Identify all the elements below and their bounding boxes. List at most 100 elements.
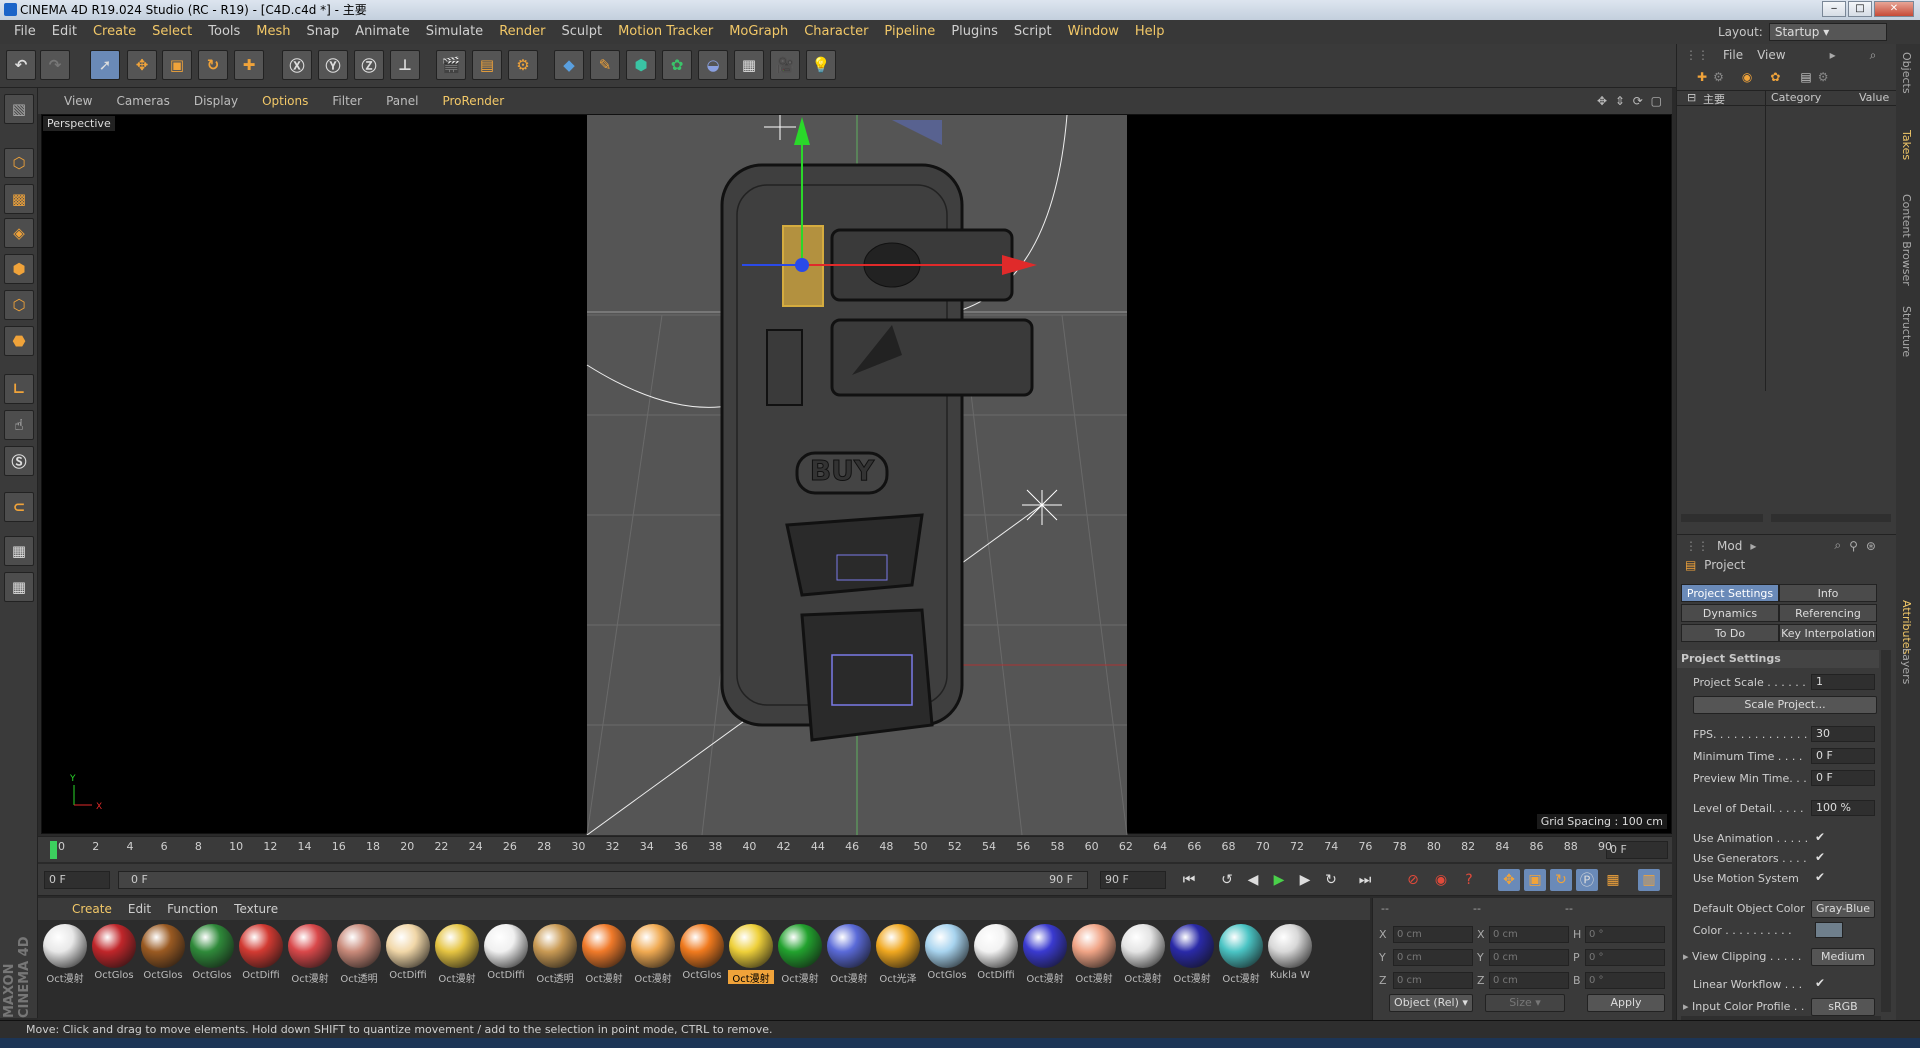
viewport-menu-filter[interactable]: Filter: [320, 94, 374, 108]
tab-info[interactable]: Info: [1779, 584, 1877, 602]
polygons-mode-icon[interactable]: ⬣: [4, 326, 34, 356]
close-button[interactable]: ✕: [1874, 1, 1914, 17]
material-swatch[interactable]: OctGlos: [140, 924, 186, 988]
menu-animate[interactable]: Animate: [347, 20, 417, 44]
render-settings-icon[interactable]: ⚙: [508, 50, 538, 80]
material-swatch[interactable]: Oct透明: [532, 924, 578, 988]
end-frame-field[interactable]: 90 F: [1100, 871, 1166, 889]
side-tab-structure[interactable]: Structure: [1900, 306, 1913, 357]
cloner-icon[interactable]: ✿: [662, 50, 692, 80]
material-swatch[interactable]: Oct漫射: [1120, 924, 1166, 988]
range-slider[interactable]: 0 F 90 F: [118, 871, 1088, 889]
go-to-start-icon[interactable]: ⏮: [1178, 869, 1200, 891]
material-swatch[interactable]: Oct漫射: [777, 924, 823, 988]
key-scale-icon[interactable]: ▣: [1524, 869, 1546, 891]
material-swatch[interactable]: Oct漫射: [581, 924, 627, 988]
live-selection-icon[interactable]: ➚: [90, 50, 120, 80]
position-x-field[interactable]: 0 cm: [1393, 926, 1473, 943]
side-tab-content-browser[interactable]: Content Browser: [1900, 194, 1913, 286]
make-editable-icon[interactable]: ▧: [4, 94, 34, 124]
attr-arrow-icon[interactable]: ▸: [1750, 539, 1756, 553]
material-swatch[interactable]: OctGlos: [91, 924, 137, 988]
material-swatch[interactable]: Oct漫射: [826, 924, 872, 988]
scale-tool-icon[interactable]: ▣: [162, 50, 192, 80]
view-clipping-expand-icon[interactable]: ▸: [1683, 950, 1692, 963]
y-axis-lock-icon[interactable]: Ⓨ: [318, 50, 348, 80]
color-swatch[interactable]: [1815, 922, 1843, 938]
side-tab-objects[interactable]: Objects: [1900, 52, 1913, 94]
previous-key-icon[interactable]: ↺: [1216, 869, 1238, 891]
move-tool-icon[interactable]: ✥: [127, 50, 157, 80]
rotation-h-field[interactable]: 0 °: [1585, 926, 1665, 943]
object-menu-file[interactable]: File: [1723, 48, 1743, 62]
coord-size-select[interactable]: Size ▾: [1485, 994, 1565, 1012]
deformer-icon[interactable]: ◒: [698, 50, 728, 80]
view-clipping-select[interactable]: Medium: [1811, 948, 1875, 966]
menu-create[interactable]: Create: [85, 20, 144, 44]
attr-lock-icon[interactable]: ⚲: [1849, 539, 1858, 553]
rotation-b-field[interactable]: 0 °: [1585, 972, 1665, 989]
next-key-icon[interactable]: ↻: [1320, 869, 1342, 891]
project-scale-field[interactable]: 1: [1811, 674, 1875, 690]
tab-dynamics[interactable]: Dynamics: [1681, 604, 1779, 622]
timeline-window-icon[interactable]: ▥: [1638, 869, 1660, 891]
material-swatch[interactable]: Oct漫射: [1071, 924, 1117, 988]
preview-min-time-field[interactable]: 0 F: [1811, 770, 1875, 786]
play-icon[interactable]: ▶: [1268, 869, 1290, 891]
viewport-menu-view[interactable]: View: [52, 94, 104, 108]
autokey-icon[interactable]: ◉: [1430, 869, 1452, 891]
apply-button[interactable]: Apply: [1587, 994, 1665, 1012]
menu-sculpt[interactable]: Sculpt: [553, 20, 610, 44]
menu-select[interactable]: Select: [144, 20, 200, 44]
maximize-button[interactable]: □: [1848, 1, 1872, 17]
object-filter-icon[interactable]: ⚙: [1818, 70, 1829, 84]
cube-primitive-icon[interactable]: ◆: [554, 50, 584, 80]
material-menu-function[interactable]: Function: [159, 902, 226, 916]
previous-frame-icon[interactable]: ◀: [1242, 869, 1264, 891]
object-render-icon[interactable]: ▤: [1800, 70, 1811, 84]
menu-edit[interactable]: Edit: [44, 20, 85, 44]
material-menu-edit[interactable]: Edit: [120, 902, 159, 916]
recent-tools-icon[interactable]: ✚: [234, 50, 264, 80]
viewport-perspective[interactable]: BUY Y X Perspective Grid Spacing : 100 c…: [41, 114, 1672, 835]
tab-to-do[interactable]: To Do: [1681, 624, 1779, 642]
menu-character[interactable]: Character: [796, 20, 876, 44]
attr-vscroll[interactable]: [1881, 650, 1891, 1012]
default-object-color-select[interactable]: Gray-Blue: [1811, 900, 1875, 918]
material-swatch[interactable]: Oct漫射: [42, 924, 88, 988]
record-keys-icon[interactable]: ⊘: [1402, 869, 1424, 891]
next-frame-icon[interactable]: ▶: [1294, 869, 1316, 891]
position-z-field[interactable]: 0 cm: [1393, 972, 1473, 989]
rotate-tool-icon[interactable]: ↻: [198, 50, 228, 80]
attr-search-icon[interactable]: ⌕: [1834, 538, 1841, 553]
object-tool-icon[interactable]: ⚙: [1713, 70, 1724, 84]
size-x-field[interactable]: 0 cm: [1489, 926, 1569, 943]
material-swatch[interactable]: Oct漫射: [1218, 924, 1264, 988]
edges-mode-icon[interactable]: ⬡: [4, 290, 34, 320]
object-hscroll-right[interactable]: [1771, 514, 1891, 522]
material-swatch[interactable]: Oct漫射: [630, 924, 676, 988]
subdivision-icon[interactable]: ⬢: [626, 50, 656, 80]
material-swatch[interactable]: Oct漫射: [287, 924, 333, 988]
points-mode-icon[interactable]: ⬢: [4, 254, 34, 284]
object-col-category[interactable]: Category: [1771, 91, 1821, 104]
material-swatch[interactable]: Oct漫射: [1022, 924, 1068, 988]
menu-simulate[interactable]: Simulate: [418, 20, 491, 44]
axis-mode-icon[interactable]: ∟: [4, 374, 34, 404]
material-swatch[interactable]: OctDiffi: [483, 924, 529, 988]
menu-render[interactable]: Render: [491, 20, 553, 44]
material-swatch[interactable]: OctGlos: [924, 924, 970, 988]
menu-pipeline[interactable]: Pipeline: [876, 20, 943, 44]
object-hscroll-left[interactable]: [1681, 514, 1763, 522]
add-object-icon[interactable]: ✚: [1697, 70, 1707, 84]
start-frame-field[interactable]: 0 F: [44, 871, 110, 889]
input-profile-expand-icon[interactable]: ▸: [1683, 1000, 1692, 1013]
floor-icon[interactable]: ▦: [734, 50, 764, 80]
use-animation-checkbox[interactable]: ✔: [1815, 830, 1825, 844]
side-tab-attributes[interactable]: Attributes: [1900, 600, 1913, 654]
object-menu-arrow-icon[interactable]: ▸: [1830, 48, 1836, 62]
material-swatch[interactable]: Oct漫射: [1169, 924, 1215, 988]
layout-select[interactable]: Startup ▾: [1768, 23, 1887, 41]
viewport-menu-panel[interactable]: Panel: [374, 94, 430, 108]
magnet-icon[interactable]: ⊂: [4, 492, 34, 522]
